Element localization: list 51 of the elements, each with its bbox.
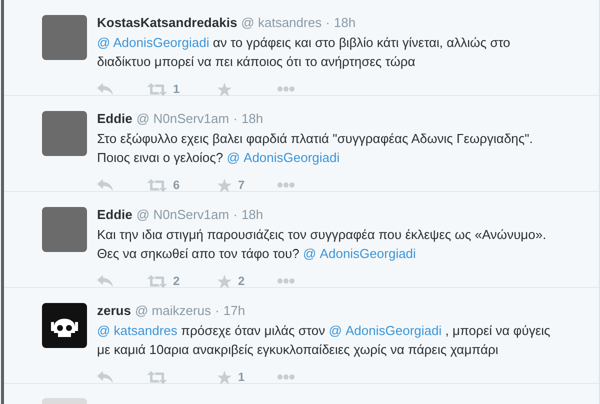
- action-count: 7: [238, 177, 245, 194]
- more-icon[interactable]: [277, 182, 295, 188]
- star-icon[interactable]: [217, 274, 232, 288]
- action-count: 2: [173, 273, 180, 290]
- user-name[interactable]: Eddie: [97, 207, 132, 223]
- retweet-icon[interactable]: [147, 370, 167, 384]
- user-name[interactable]: Eddie: [97, 111, 132, 127]
- more-icon[interactable]: [277, 86, 295, 92]
- mention-link[interactable]: @ AdonisGeorgiadi: [303, 246, 416, 261]
- separator-dot: ·: [326, 15, 330, 31]
- separator-dot: ·: [215, 303, 220, 319]
- user-name[interactable]: zerus: [97, 303, 131, 319]
- star-icon[interactable]: [217, 370, 232, 384]
- action-count: 1: [238, 369, 245, 386]
- mention-link[interactable]: @ AdonisGeorgiadi: [226, 150, 340, 165]
- tweet-time[interactable]: 18h: [241, 207, 264, 223]
- tweet-time[interactable]: 18h: [241, 111, 264, 127]
- tweet-text: Στο εξώφυλλο εχεις βαλει φαρδιά πλατιά "συγγραφέας Αδωνις Γεωργιαδης". Ποιος ειναι ο γελοίος? @ AdonisGeorgiadi: [97, 130, 533, 167]
- tweet-text: @ katsandres πρόσεχε όταν μιλάς στον @ AdonisGeorgiadi , μπορεί να φύγεις με καμιά 10αρια ανακριβείς εγκυκλοπαίδειες χωρίς να πάρεις χαμπάρι: [97, 322, 550, 359]
- user-name[interactable]: KostasKatsandredakis: [97, 15, 238, 31]
- action-count: 6: [173, 177, 180, 194]
- mention-link[interactable]: @ AdonisGeorgiadi: [328, 323, 442, 338]
- action-count: 2: [238, 273, 245, 290]
- tweet-time[interactable]: 17h: [223, 303, 246, 319]
- separator-dot: ·: [233, 111, 238, 127]
- star-icon[interactable]: [217, 82, 232, 96]
- action-count: 1: [173, 81, 180, 98]
- tweet-time[interactable]: 18h: [334, 15, 356, 31]
- separator-dot: ·: [233, 207, 238, 223]
- avatar-photo-placeholder[interactable]: [42, 15, 87, 60]
- tweet-text: @ AdonisGeorgiadi αν το γράφεις και στο βιβλίο κάτι γίνεται, αλλιώς στο διαδίκτυο μπορεί να πει κάποιος ότι το ανήρτησες τώρα: [97, 34, 510, 71]
- mention-link[interactable]: @ AdonisGeorgiadi: [97, 35, 210, 50]
- retweet-icon[interactable]: [147, 82, 167, 96]
- reply-icon[interactable]: [97, 371, 113, 383]
- more-icon[interactable]: [277, 278, 295, 284]
- retweet-icon[interactable]: [147, 178, 167, 192]
- more-icon[interactable]: [277, 374, 295, 380]
- retweet-icon[interactable]: [147, 274, 167, 288]
- user-handle[interactable]: @ katsandres: [241, 15, 322, 31]
- mention-link[interactable]: @ katsandres: [97, 323, 178, 338]
- user-handle[interactable]: @ maikzerus: [134, 303, 212, 319]
- user-handle[interactable]: @ N0nServ1am: [136, 207, 230, 223]
- reply-icon[interactable]: [97, 275, 113, 287]
- user-handle[interactable]: @ N0nServ1am: [136, 111, 230, 127]
- skull-avatar[interactable]: [42, 303, 87, 348]
- avatar-photo-placeholder[interactable]: [42, 111, 87, 156]
- avatar-photo-placeholder[interactable]: [42, 207, 87, 252]
- reply-icon[interactable]: [97, 83, 113, 95]
- tweet-text: Και την ιδια στιγμή παρουσιάζεις τον συγγραφέα που έκλεψες ως «Ανώνυμο». Θες να σηκωθεί απο τον τάφο του? @ AdonisGeorgiadi: [97, 226, 546, 263]
- star-icon[interactable]: [217, 178, 232, 192]
- reply-icon[interactable]: [97, 179, 113, 191]
